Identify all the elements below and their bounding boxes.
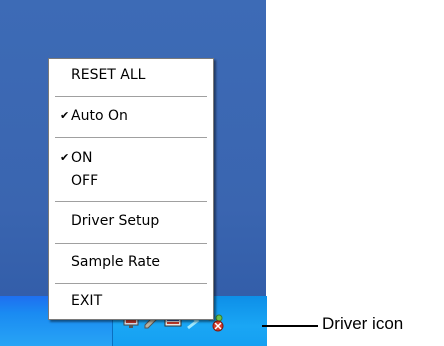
- menu-item-reset-all[interactable]: RESET ALL: [49, 67, 213, 89]
- menu-item-off[interactable]: OFF: [49, 173, 213, 195]
- menu-item-label: Driver Setup: [71, 213, 160, 229]
- menu-separator: [55, 283, 207, 285]
- menu-item-label: ON: [71, 150, 93, 166]
- checkmark-icon: ✔: [60, 109, 70, 122]
- menu-item-driver-setup[interactable]: Driver Setup: [49, 213, 213, 235]
- menu-separator: [55, 137, 207, 139]
- menu-item-sample-rate[interactable]: Sample Rate: [49, 254, 213, 276]
- menu-item-label: Sample Rate: [71, 254, 161, 270]
- menu-item-on[interactable]: ✔ ON: [49, 150, 213, 172]
- context-menu: RESET ALL ✔ Auto On ✔ ON OFF Driver Setu…: [48, 58, 214, 320]
- menu-separator: [55, 96, 207, 98]
- menu-item-label: Auto On: [71, 108, 128, 124]
- menu-separator: [55, 243, 207, 245]
- menu-separator: [55, 201, 207, 203]
- menu-item-auto-on[interactable]: ✔ Auto On: [49, 108, 213, 130]
- checkmark-icon: ✔: [60, 151, 70, 164]
- menu-item-label: OFF: [71, 173, 99, 189]
- callout-leader-line: [262, 325, 318, 327]
- menu-item-label: EXIT: [71, 293, 103, 309]
- callout-label: Driver icon: [322, 314, 404, 333]
- menu-item-exit[interactable]: EXIT: [49, 293, 213, 315]
- menu-item-label: RESET ALL: [71, 67, 146, 83]
